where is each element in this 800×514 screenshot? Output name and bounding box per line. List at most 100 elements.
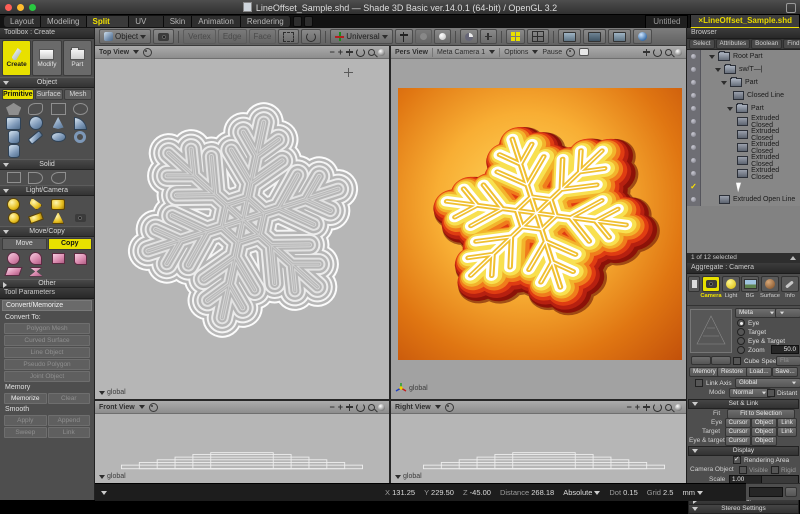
tool-open-line[interactable] [25,102,46,116]
tree-item[interactable]: Extruded Closed [687,154,800,167]
tool-line[interactable] [25,130,46,144]
face-mode-button[interactable]: Face [249,29,277,44]
tab-mesh[interactable]: Mesh [64,89,92,100]
tree-item[interactable]: Extruded Open Line [687,193,800,206]
rotate-tool-button[interactable] [301,29,321,44]
expand-icon[interactable] [715,68,721,72]
gear-icon[interactable] [566,48,575,57]
apply-button[interactable]: Apply [4,415,47,426]
radio-zoom[interactable]: Zoom [737,346,765,354]
browser-panel-header[interactable]: Browser [687,28,800,39]
aggregate-tab-surface[interactable]: Surface [760,276,780,299]
tool-cube[interactable] [3,116,24,130]
rigid-checkbox[interactable]: Rigid [771,466,796,474]
visibility-toggle[interactable] [687,128,701,141]
visible-checkbox[interactable]: Visible [739,466,768,474]
zoom-in-button[interactable]: + [635,403,640,411]
zoom-value-field[interactable]: 50.0 [771,345,799,354]
meta-sub-dropdown[interactable] [775,308,800,318]
camera-ball-icon[interactable] [675,49,682,56]
marquee-select-button[interactable] [278,29,299,44]
viewport-name[interactable]: Top View [99,49,129,56]
tab-animation[interactable]: Animation [192,16,241,27]
convert-curved-surface-button[interactable]: Curved Surface [4,335,90,346]
cube-speed-checkbox[interactable]: Cube Speed [733,357,780,365]
tree-item[interactable]: Part [687,76,800,89]
copy-button[interactable]: Copy [48,238,93,250]
tool-mirror-copy[interactable] [25,265,46,278]
viewport-name[interactable]: Front View [99,404,135,411]
visibility-toggle[interactable] [687,63,701,76]
tab-modeling[interactable]: Modeling [41,16,86,27]
tab-primitive[interactable]: Primitive [2,89,34,100]
cube-speed-dropdown[interactable]: Fla [776,356,800,366]
tab-uv-edit[interactable]: UV Edit [129,16,163,27]
tool-rotate-copy[interactable] [25,252,46,265]
tool-parameters-header[interactable]: Tool Parameters [0,288,94,299]
camera-selector[interactable]: Meta Camera 1 [437,49,485,56]
global-axis-label[interactable]: global [395,473,422,480]
tree-item[interactable]: Closed Line [687,89,800,102]
tool-rectangle[interactable] [48,102,69,116]
workspace-add-button[interactable] [293,16,302,27]
global-axis-label[interactable]: global [99,473,126,480]
tool-torus[interactable] [70,130,91,144]
toolbox-panel-header[interactable]: Toolbox : Create [0,28,94,39]
magnifier-icon[interactable] [368,404,375,411]
stepper-button[interactable] [785,487,797,497]
tool-sphere[interactable] [25,116,46,130]
preview-prev-button[interactable] [691,356,711,365]
tool-shear-copy[interactable] [3,265,24,278]
orbit-icon[interactable] [653,48,662,57]
sweep-button[interactable]: Sweep [4,427,47,438]
zoom-in-button[interactable]: + [338,403,343,411]
tool-point-light[interactable] [3,197,24,211]
aggregate-tab-info[interactable]: Info [781,276,799,299]
aggregate-tab-light[interactable]: Light [722,276,740,299]
visibility-toggle[interactable] [687,102,701,115]
tree-item[interactable]: Extruded Closed [687,128,800,141]
section-display[interactable]: Display [688,446,799,456]
viewport-name[interactable]: Pers View [395,49,428,56]
visibility-toggle[interactable] [687,154,701,167]
pan-icon[interactable] [643,404,650,411]
viewport-right[interactable]: Right View − + global [391,401,686,483]
tool-polygon[interactable] [3,102,24,116]
radio-eye[interactable]: Eye [737,319,759,327]
tool-tube[interactable] [3,144,24,158]
target-link-button[interactable]: Link [777,427,797,437]
section-move-copy[interactable]: Move/Copy [0,226,94,237]
zoom-out-button[interactable]: − [329,48,334,56]
tree-item[interactable]: Extruded Closed [687,115,800,128]
coordinate-mode-dropdown[interactable]: Absolute [563,488,600,497]
options-menu[interactable]: Options [504,49,528,56]
tree-item[interactable]: Extruded Closed [687,167,800,180]
tool-area-light[interactable] [48,197,69,211]
append-button[interactable]: Append [48,415,91,426]
visibility-toggle[interactable] [687,89,701,102]
workspace-menu-button[interactable] [304,16,313,27]
panel-nav-button[interactable] [688,276,700,292]
tree-item-cursor-row[interactable]: ✓ [687,180,800,193]
bulb-tool-button[interactable] [434,29,451,44]
gear-icon[interactable] [445,403,454,412]
tool-disc[interactable] [48,130,69,144]
convert-joint-object-button[interactable]: Joint Object [4,371,90,382]
visibility-toggle[interactable] [687,141,701,154]
orbit-icon[interactable] [356,403,365,412]
radio-target[interactable]: Target [737,328,766,336]
expand-icon[interactable] [727,107,733,111]
load-button[interactable]: Load... [746,367,772,377]
tool-solid-sweep[interactable] [25,171,46,184]
distant-checkbox[interactable]: Distant [767,389,797,397]
tree-item[interactable]: sw/T—| [687,63,800,76]
pan-icon[interactable] [346,404,353,411]
aggregate-tab-camera[interactable]: Camera [701,276,721,299]
magnifier-icon[interactable] [665,404,672,411]
zoom-in-button[interactable]: + [338,48,343,56]
aggregate-tab-bg[interactable]: BG [741,276,759,299]
tab-rendering[interactable]: Rendering [241,16,291,27]
convert-pseudo-polygon-button[interactable]: Pseudo Polygon [4,359,90,370]
browser-tab-boolean[interactable]: Boolean [751,39,782,49]
link-button[interactable]: Link [48,427,91,438]
